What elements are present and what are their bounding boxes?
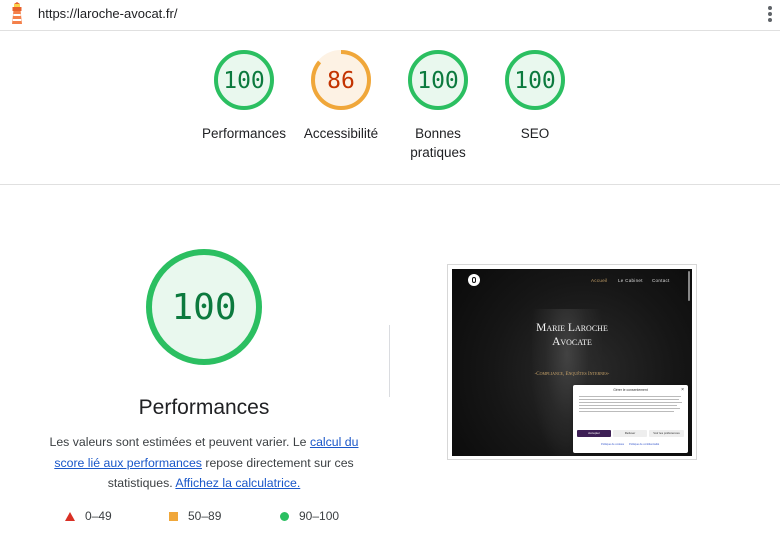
site-logo-icon [468, 274, 480, 286]
page-screenshot: Accueil Le Cabinet Contact Marie Laroche… [452, 269, 692, 456]
gauge-label: SEO [520, 126, 550, 141]
calculator-link[interactable]: Affichez la calculatrice. [175, 476, 300, 490]
gauge-score: 100 [514, 68, 556, 94]
consent-refuse-button: Refuser [613, 430, 647, 437]
legend-range: 0–49 [85, 509, 112, 523]
consent-text-line [579, 396, 681, 397]
performance-gauge-large: 100 [144, 247, 264, 372]
kebab-menu-icon[interactable] [766, 6, 774, 24]
score-gauge-icon: 100 [408, 50, 468, 110]
circle-icon [280, 512, 289, 522]
performance-score: 100 [171, 287, 236, 328]
legend-range: 90–100 [299, 509, 340, 523]
cookie-consent-dialog: Gérer le consentement × Accepter Refuser… [573, 385, 688, 453]
report-topbar: https://laroche-avocat.fr/ [0, 0, 780, 31]
score-legend: 0–49 50–89 90–100 [0, 509, 400, 527]
final-screenshot[interactable]: Accueil Le Cabinet Contact Marie Laroche… [447, 264, 697, 460]
site-nav-cabinet: Le Cabinet [618, 278, 643, 283]
gauge-label: Accessibilité [303, 126, 379, 141]
legend-pass: 90–100 [280, 509, 339, 523]
site-nav-home: Accueil [591, 278, 608, 283]
gauge-performances[interactable]: 100 Performances [194, 48, 294, 143]
consent-accept-button: Accepter [577, 430, 611, 437]
consent-text-line [579, 402, 682, 403]
gauge-score: 100 [223, 68, 265, 94]
gauge-score: 100 [417, 68, 459, 94]
legend-range: 50–89 [188, 509, 222, 523]
consent-text-line [579, 408, 680, 409]
gauge-best-practices[interactable]: 100 Bonnes pratiques [388, 48, 488, 162]
consent-text-line [579, 411, 674, 412]
triangle-icon [65, 512, 75, 522]
close-icon: × [681, 387, 684, 393]
square-icon [169, 512, 178, 522]
site-heading-line: Marie Laroche [536, 322, 608, 334]
site-scrollbar [688, 271, 690, 301]
site-heading: Marie Laroche Avocate [522, 321, 622, 349]
category-title: Performances [138, 396, 270, 419]
legend-average: 50–89 [169, 509, 221, 523]
score-gauge-icon: 100 [214, 50, 274, 110]
desc-text: Les valeurs sont estimées et peuvent var… [49, 435, 310, 449]
score-gauge-icon: 86 [311, 50, 371, 110]
consent-cookie-policy-link: Politique de cookies [601, 443, 625, 446]
score-gauge-icon: 100 [146, 249, 262, 365]
site-tagline: -Compliance, Enquêtes Internes- [534, 372, 610, 377]
consent-text-line [579, 399, 679, 400]
score-summary: 100 Performances 86 Accessibilité 100 Bo… [0, 30, 780, 185]
consent-text-line [579, 405, 677, 406]
consent-preferences-button: Voir les préférences [649, 430, 684, 437]
gauge-seo[interactable]: 100 SEO [485, 48, 585, 143]
consent-title: Gérer le consentement [613, 388, 648, 392]
consent-privacy-link: Politique de confidentialité [629, 443, 660, 446]
gauge-label: Bonnes pratiques [410, 126, 466, 160]
score-gauge-icon: 100 [505, 50, 565, 110]
section-divider [389, 325, 390, 397]
site-heading-line: Avocate [552, 336, 592, 348]
site-nav-contact: Contact [652, 278, 670, 283]
gauge-score: 86 [327, 68, 355, 94]
performance-description: Les valeurs sont estimées et peuvent var… [40, 432, 368, 494]
page-url[interactable]: https://laroche-avocat.fr/ [38, 6, 177, 21]
gauge-accessibility[interactable]: 86 Accessibilité [291, 48, 391, 143]
gauge-label: Performances [201, 126, 287, 141]
legend-fail: 0–49 [65, 509, 112, 523]
lighthouse-icon [12, 2, 22, 24]
